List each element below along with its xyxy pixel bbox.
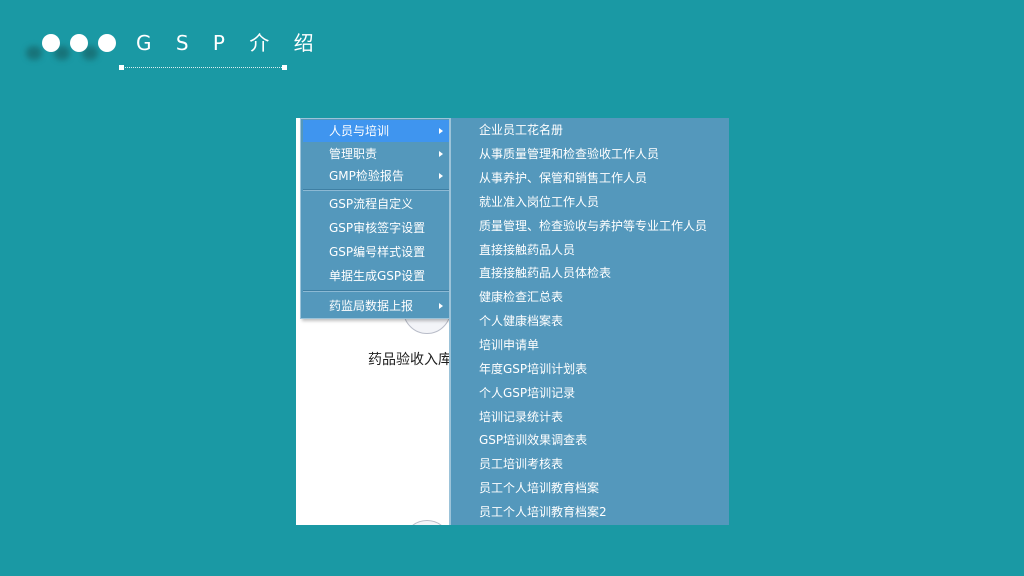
menu-item-gsp-flow-custom[interactable]: GSP流程自定义 bbox=[303, 193, 449, 215]
menu-item-label: 单据生成GSP设置 bbox=[329, 269, 426, 283]
dot-icon bbox=[70, 34, 88, 52]
dot-icon bbox=[98, 34, 116, 52]
submenu-arrow-icon bbox=[439, 303, 443, 309]
menu-item-label: GSP编号样式设置 bbox=[329, 245, 426, 259]
submenu-item[interactable]: 个人健康档案表 bbox=[479, 311, 563, 331]
submenu-item[interactable]: 年度GSP培训计划表 bbox=[479, 359, 587, 379]
submenu-arrow-icon bbox=[439, 151, 443, 157]
menu-item-label: GMP检验报告 bbox=[329, 169, 404, 183]
submenu-item[interactable]: GSP培训效果调查表 bbox=[479, 430, 587, 450]
menu-item-label: GSP审核签字设置 bbox=[329, 221, 426, 235]
menu-item-management-duties[interactable]: 管理职责 bbox=[303, 143, 449, 165]
submenu-item[interactable]: 员工培训考核表 bbox=[479, 454, 563, 474]
app-screenshot: 药品验收入库 人员与培训 管理职责 GMP检验报告 GSP流程自定义 GSP审核… bbox=[296, 118, 729, 525]
submenu-item[interactable]: 质量管理、检查验收与养护等专业工作人员 bbox=[479, 216, 707, 236]
menu-item-gsp-review-signature[interactable]: GSP审核签字设置 bbox=[303, 217, 449, 239]
submenu-item[interactable]: 员工个人培训教育档案 bbox=[479, 478, 599, 498]
menu-separator bbox=[303, 290, 449, 292]
submenu-item[interactable]: 健康检查汇总表 bbox=[479, 287, 563, 307]
submenu-arrow-icon bbox=[439, 128, 443, 134]
submenu-item[interactable]: 企业员工花名册 bbox=[479, 120, 563, 140]
submenu-item[interactable]: 从事养护、保管和销售工作人员 bbox=[479, 168, 647, 188]
menu-item-fda-data-report[interactable]: 药监局数据上报 bbox=[303, 295, 449, 317]
menu-item-label: 药监局数据上报 bbox=[329, 299, 414, 313]
submenu-item[interactable]: 从事质量管理和检查验收工作人员 bbox=[479, 144, 659, 164]
menu-separator bbox=[303, 189, 449, 191]
submenu-item[interactable]: 个人GSP培训记录 bbox=[479, 383, 575, 403]
background-label: 药品验收入库 bbox=[368, 352, 452, 368]
submenu-item[interactable]: 培训申请单 bbox=[479, 335, 539, 355]
submenu-item[interactable]: 培训记录统计表 bbox=[479, 407, 563, 427]
submenu-item[interactable]: 直接接触药品人员体检表 bbox=[479, 263, 611, 283]
submenu-personnel-training: 企业员工花名册 从事质量管理和检查验收工作人员 从事养护、保管和销售工作人员 就… bbox=[449, 118, 729, 525]
menu-item-label: GSP流程自定义 bbox=[329, 197, 414, 211]
title-underline bbox=[119, 65, 287, 70]
menu-item-gsp-number-style[interactable]: GSP编号样式设置 bbox=[303, 241, 449, 263]
context-menu: 人员与培训 管理职责 GMP检验报告 GSP流程自定义 GSP审核签字设置 GS… bbox=[300, 118, 452, 319]
menu-item-document-gsp-settings[interactable]: 单据生成GSP设置 bbox=[303, 265, 449, 287]
submenu-item[interactable]: 就业准入岗位工作人员 bbox=[479, 192, 599, 212]
menu-item-label: 人员与培训 bbox=[329, 124, 390, 138]
circle-button-icon bbox=[403, 520, 451, 525]
menu-item-gmp-report[interactable]: GMP检验报告 bbox=[303, 165, 449, 187]
dot-icon bbox=[42, 34, 60, 52]
submenu-item[interactable]: 员工个人培训教育档案2 bbox=[479, 502, 607, 522]
dots-shadow bbox=[26, 46, 106, 64]
submenu-item[interactable]: 直接接触药品人员 bbox=[479, 240, 575, 260]
menu-item-personnel-training[interactable]: 人员与培训 bbox=[303, 120, 449, 142]
menu-item-label: 管理职责 bbox=[329, 147, 378, 161]
slide-title: G S P 介 绍 bbox=[136, 31, 323, 55]
submenu-arrow-icon bbox=[439, 173, 443, 179]
